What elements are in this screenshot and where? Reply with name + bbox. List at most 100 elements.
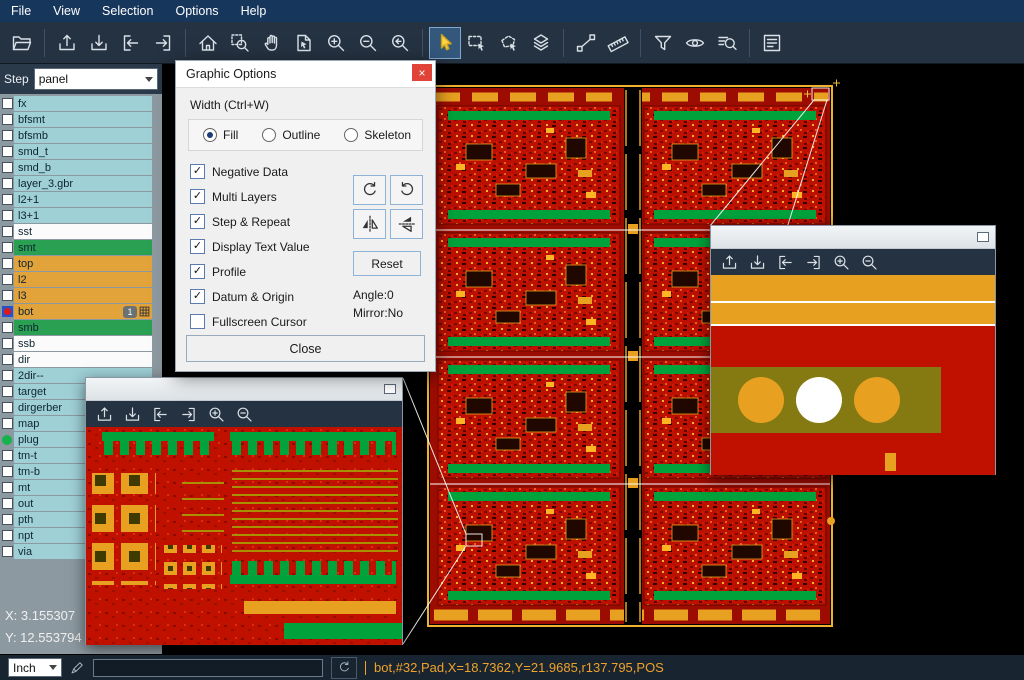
- zoom-window-icon[interactable]: [224, 27, 256, 59]
- layer-label-bar[interactable]: top: [14, 256, 152, 271]
- checkbox-fullscreen-cursor[interactable]: Fullscreen Cursor: [190, 309, 310, 334]
- layer-label-bar[interactable]: bfsmb: [14, 128, 152, 143]
- import-left-icon[interactable]: [772, 250, 798, 274]
- layer-row-l3[interactable]: l3: [0, 288, 162, 303]
- export-up-icon[interactable]: [91, 402, 117, 426]
- layer-label-bar[interactable]: smt: [14, 240, 152, 255]
- menu-item-view[interactable]: View: [42, 0, 91, 22]
- layer-label-bar[interactable]: layer_3.gbr: [14, 176, 152, 191]
- layer-label-bar[interactable]: l3: [14, 288, 152, 303]
- layer-checkbox[interactable]: [2, 242, 13, 253]
- layer-checkbox[interactable]: [2, 386, 13, 397]
- layer-checkbox[interactable]: [2, 162, 13, 173]
- menu-item-selection[interactable]: Selection: [91, 0, 164, 22]
- layer-checkbox[interactable]: [2, 98, 13, 109]
- layer-row-dir[interactable]: dir: [0, 352, 162, 367]
- zoom-in-icon[interactable]: [320, 27, 352, 59]
- radio-skeleton[interactable]: Skeleton: [344, 128, 411, 142]
- export-right-icon[interactable]: [175, 402, 201, 426]
- layer-row-l2[interactable]: l2: [0, 272, 162, 287]
- layer-row-bot[interactable]: bot1: [0, 304, 162, 319]
- rect-select-icon[interactable]: [461, 27, 493, 59]
- checkbox-step-repeat[interactable]: ✓Step & Repeat: [190, 209, 310, 234]
- dialog-close-button[interactable]: ×: [412, 64, 432, 81]
- import-down-icon[interactable]: [744, 250, 770, 274]
- layer-label-bar[interactable]: ssb: [14, 336, 152, 351]
- cursor-select-icon[interactable]: [429, 27, 461, 59]
- zoom-window-1-content[interactable]: [86, 427, 402, 645]
- checkbox-datum-origin[interactable]: ✓Datum & Origin: [190, 284, 310, 309]
- zoom-window-1[interactable]: [85, 377, 403, 645]
- export-up-icon[interactable]: [716, 250, 742, 274]
- import-down-icon[interactable]: [119, 402, 145, 426]
- layer-checkbox[interactable]: [2, 130, 13, 141]
- mirror-h-button[interactable]: [353, 209, 386, 239]
- layer-row-ssb[interactable]: ssb: [0, 336, 162, 351]
- layer-row-bfsmb[interactable]: bfsmb: [0, 128, 162, 143]
- layer-label-bar[interactable]: bot1: [14, 304, 152, 319]
- layer-checkbox[interactable]: [2, 514, 13, 525]
- layer-row-smt[interactable]: smt: [0, 240, 162, 255]
- layers-icon[interactable]: [525, 27, 557, 59]
- zoom-previous-icon[interactable]: [384, 27, 416, 59]
- layer-checkbox[interactable]: [2, 418, 13, 429]
- layer-checkbox[interactable]: [2, 210, 13, 221]
- layer-label-bar[interactable]: l2: [14, 272, 152, 287]
- zoom-out-icon[interactable]: [856, 250, 882, 274]
- zoom-in-icon[interactable]: [828, 250, 854, 274]
- mirror-v-button[interactable]: [390, 209, 423, 239]
- graphic-options-dialog[interactable]: Graphic Options × Width (Ctrl+W) FillOut…: [175, 60, 436, 372]
- layer-label-bar[interactable]: dir: [14, 352, 152, 367]
- layer-checkbox[interactable]: [2, 194, 13, 205]
- layer-row-smd_t[interactable]: smd_t: [0, 144, 162, 159]
- layer-checkbox[interactable]: [2, 146, 13, 157]
- layer-row-bfsmt[interactable]: bfsmt: [0, 112, 162, 127]
- rotate-ccw-button[interactable]: [390, 175, 423, 205]
- layer-row-fx[interactable]: fx: [0, 96, 162, 111]
- zoom-in-icon[interactable]: [203, 402, 229, 426]
- zoom-out-icon[interactable]: [231, 402, 257, 426]
- import-down-icon[interactable]: [83, 27, 115, 59]
- layer-label-bar[interactable]: sst: [14, 224, 152, 239]
- layer-row-layer_3.gbr[interactable]: layer_3.gbr: [0, 176, 162, 191]
- import-left-icon[interactable]: [115, 27, 147, 59]
- layer-label-bar[interactable]: smb: [14, 320, 152, 335]
- checkbox-negative-data[interactable]: ✓Negative Data: [190, 159, 310, 184]
- import-left-icon[interactable]: [147, 402, 173, 426]
- layer-label-bar[interactable]: smd_b: [14, 160, 152, 175]
- rotate-cw-button[interactable]: [353, 175, 386, 205]
- layer-row-l3+1[interactable]: l3+1: [0, 208, 162, 223]
- export-right-icon[interactable]: [800, 250, 826, 274]
- checkbox-display-text-value[interactable]: ✓Display Text Value: [190, 234, 310, 259]
- layer-row-smd_b[interactable]: smd_b: [0, 160, 162, 175]
- ruler-icon[interactable]: [602, 27, 634, 59]
- checkbox-profile[interactable]: ✓Profile: [190, 259, 310, 284]
- layer-checkbox[interactable]: [2, 226, 13, 237]
- layer-checkbox[interactable]: [2, 354, 13, 365]
- layer-label-bar[interactable]: bfsmt: [14, 112, 152, 127]
- radio-fill[interactable]: Fill: [203, 128, 238, 142]
- layer-checkbox[interactable]: [2, 114, 13, 125]
- home-icon[interactable]: [192, 27, 224, 59]
- zoom-window-2-content[interactable]: [711, 275, 995, 475]
- layer-label-bar[interactable]: l3+1: [14, 208, 152, 223]
- layer-checkbox[interactable]: [2, 274, 13, 285]
- dialog-titlebar[interactable]: Graphic Options ×: [176, 61, 435, 88]
- reset-button[interactable]: Reset: [353, 251, 421, 276]
- command-input[interactable]: [93, 659, 323, 677]
- zoom-window-2-titlebar[interactable]: [711, 226, 995, 249]
- highlight-eye-icon[interactable]: [679, 27, 711, 59]
- menu-item-file[interactable]: File: [0, 0, 42, 22]
- find-icon[interactable]: [711, 27, 743, 59]
- layer-checkbox[interactable]: [2, 258, 13, 269]
- pan-hand-icon[interactable]: [256, 27, 288, 59]
- layer-checkbox[interactable]: [2, 482, 13, 493]
- layer-checkbox[interactable]: [2, 402, 13, 413]
- export-up-icon[interactable]: [51, 27, 83, 59]
- layer-label-bar[interactable]: l2+1: [14, 192, 152, 207]
- folder-open-icon[interactable]: [6, 27, 38, 59]
- report-icon[interactable]: [756, 27, 788, 59]
- layer-checkbox[interactable]: [2, 322, 13, 333]
- zoom-out-icon[interactable]: [352, 27, 384, 59]
- menu-item-help[interactable]: Help: [230, 0, 278, 22]
